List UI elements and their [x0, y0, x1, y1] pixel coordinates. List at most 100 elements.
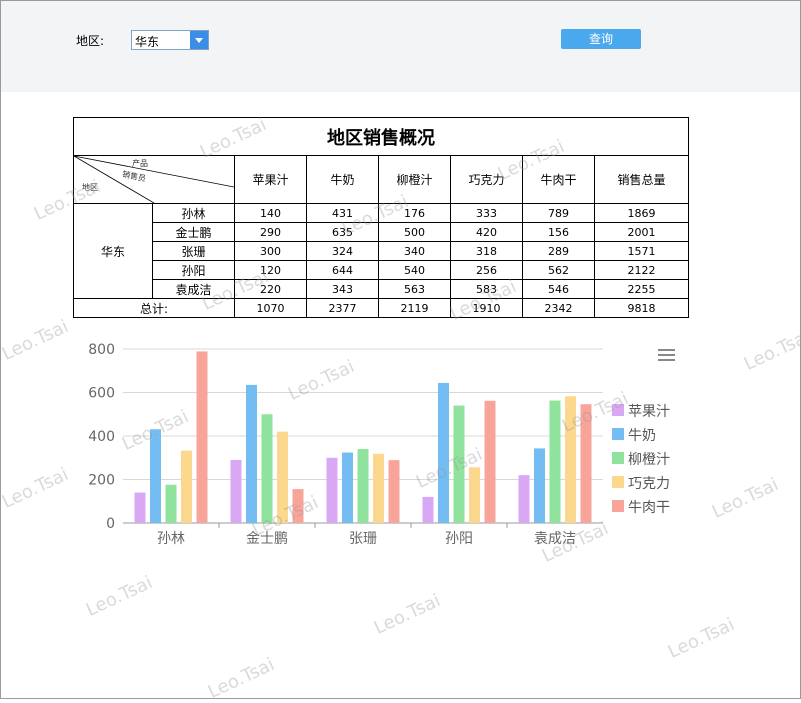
bar: [246, 384, 257, 523]
bar: [342, 452, 353, 523]
y-tick-label: 400: [88, 429, 115, 445]
col-header: 销售总量: [594, 155, 689, 204]
table-cell: 635: [306, 222, 379, 242]
legend-label: 柳橙汁: [628, 451, 670, 468]
col-header: 牛奶: [306, 155, 379, 204]
bar: [580, 404, 592, 523]
table-cell: 256: [450, 260, 523, 280]
table-cell: 220: [234, 279, 307, 299]
table-cell: 156: [522, 222, 595, 242]
legend-swatch: [612, 500, 624, 512]
legend-label: 苹果汁: [628, 404, 670, 420]
table-cell: 2255: [594, 279, 689, 299]
corner-header: 产品 销售员 地区: [73, 155, 235, 204]
bar: [196, 351, 208, 523]
table-cell: 2122: [594, 260, 689, 280]
bar: [292, 489, 304, 523]
bar: [134, 492, 146, 523]
y-tick-label: 600: [88, 386, 115, 402]
legend-label: 牛奶: [628, 428, 656, 444]
corner-region: 地区: [82, 183, 98, 192]
bar: [230, 459, 242, 523]
bar: [422, 496, 434, 523]
col-header: 苹果汁: [234, 155, 307, 204]
x-tick-label: 袁成洁: [534, 531, 576, 547]
table-cell: 300: [234, 241, 307, 261]
diagonal-lines: [74, 156, 234, 203]
bar: [453, 405, 465, 523]
legend-label: 牛肉干: [628, 500, 670, 516]
chevron-down-icon[interactable]: [190, 31, 208, 49]
table-cell: 343: [306, 279, 379, 299]
col-header: 柳橙汁: [378, 155, 451, 204]
bar: [438, 382, 449, 523]
total-cell: 2342: [522, 298, 595, 318]
table-cell: 120: [234, 260, 307, 280]
bar: [549, 400, 561, 523]
bar: [261, 414, 273, 523]
bar: [181, 450, 192, 523]
x-tick-label: 孙阳: [445, 531, 473, 547]
y-tick-label: 800: [88, 342, 115, 358]
legend-swatch: [612, 428, 624, 440]
salesperson-cell: 孙阳: [152, 260, 235, 280]
bar: [373, 453, 384, 523]
table-cell: 562: [522, 260, 595, 280]
table-cell: 431: [306, 203, 379, 223]
table-cell: 1869: [594, 203, 689, 223]
salesperson-cell: 孙林: [152, 203, 235, 223]
table-cell: 540: [378, 260, 451, 280]
filter-bar: [1, 1, 800, 92]
y-tick-label: 0: [106, 516, 115, 532]
legend-swatch: [612, 476, 624, 488]
region-select[interactable]: 华东: [131, 30, 209, 50]
query-button[interactable]: 查询: [561, 29, 641, 49]
total-label: 总计:: [73, 298, 235, 318]
table-cell: 583: [450, 279, 523, 299]
bar: [165, 484, 177, 523]
legend-label: 巧克力: [628, 476, 670, 492]
table-cell: 318: [450, 241, 523, 261]
x-tick-label: 金士鹏: [246, 531, 288, 547]
bar: [534, 448, 545, 523]
total-cell: 2119: [378, 298, 451, 318]
salesperson-cell: 张珊: [152, 241, 235, 261]
corner-product: 产品: [132, 159, 148, 168]
sales-bar-chart: 0 200 400 600 800 孙林 金士鹏 张珊 孙阳 袁成洁 苹果汁牛奶柳橙汁巧克力牛肉干: [88, 342, 675, 547]
bar: [388, 460, 400, 523]
table-cell: 2001: [594, 222, 689, 242]
bar: [484, 400, 496, 523]
table-cell: 333: [450, 203, 523, 223]
table-cell: 140: [234, 203, 307, 223]
table-cell: 340: [378, 241, 451, 261]
table-cell: 289: [522, 241, 595, 261]
table-cell: 789: [522, 203, 595, 223]
table-cell: 563: [378, 279, 451, 299]
legend-swatch: [612, 404, 624, 416]
bar: [469, 467, 480, 523]
region-select-value: 华东: [135, 35, 160, 49]
salesperson-cell: 袁成洁: [152, 279, 235, 299]
bar: [518, 475, 530, 523]
bar: [150, 429, 161, 523]
table-cell: 176: [378, 203, 451, 223]
bar: [565, 396, 576, 523]
bar: [277, 431, 288, 523]
table-cell: 644: [306, 260, 379, 280]
total-cell: 2377: [306, 298, 379, 318]
total-cell: 9818: [594, 298, 689, 318]
sales-report-table: 地区销售概况 产品 销售员 地区 苹果汁 牛奶 柳橙汁 巧克力 牛肉干 销售总量…: [73, 117, 689, 318]
region-cell: 华东: [73, 203, 153, 299]
table-cell: 546: [522, 279, 595, 299]
bar: [357, 449, 369, 523]
x-tick-label: 孙林: [157, 531, 185, 547]
legend-swatch: [612, 452, 624, 464]
menu-icon[interactable]: [658, 349, 675, 361]
table-cell: 420: [450, 222, 523, 242]
table-cell: 500: [378, 222, 451, 242]
col-header: 牛肉干: [522, 155, 595, 204]
table-cell: 1571: [594, 241, 689, 261]
salesperson-cell: 金士鹏: [152, 222, 235, 242]
region-label: 地区:: [76, 34, 105, 48]
report-title: 地区销售概况: [73, 117, 689, 156]
